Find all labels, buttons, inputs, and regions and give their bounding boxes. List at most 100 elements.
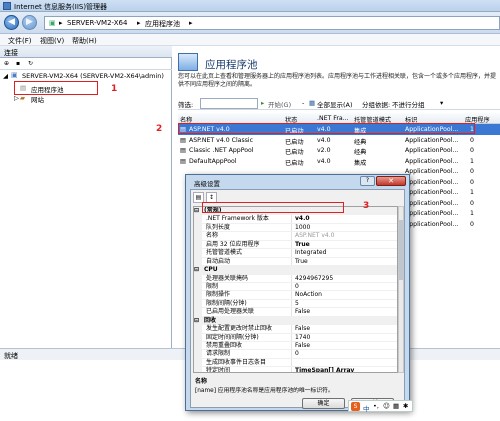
- annotation-box-3: [202, 202, 344, 213]
- property-row[interactable]: 限制间隔(分钟) 5: [194, 299, 397, 309]
- property-name: 请求限制: [206, 350, 231, 358]
- description-text: [name] 应用程序池名称是应用程序池的唯一标识符。: [195, 388, 334, 394]
- property-value[interactable]: 4294967295: [295, 275, 333, 283]
- go-button[interactable]: 开始(G): [268, 99, 291, 109]
- chevron-down-icon[interactable]: ▾: [440, 99, 443, 107]
- column-divider: [291, 240, 292, 249]
- menu-view[interactable]: 视图(V): [40, 36, 64, 46]
- property-value[interactable]: 0: [295, 350, 299, 358]
- table-row[interactable]: DefaultAppPool 已启动 v4.0 集成 ApplicationPool..…: [178, 156, 500, 167]
- forward-button[interactable]: ▶: [22, 15, 37, 30]
- ok-button[interactable]: 确定: [302, 398, 345, 409]
- property-name: .NET Framework 版本: [206, 215, 269, 223]
- apppool-icon: ▤: [180, 157, 186, 165]
- scrollbar-thumb[interactable]: [399, 220, 403, 280]
- group-by-select[interactable]: 不进行分组: [392, 99, 425, 109]
- property-row[interactable]: 特定时间 TimeSpan[] Array: [194, 367, 397, 372]
- server-node-icon: ▣: [49, 19, 56, 27]
- property-value[interactable]: NoAction: [295, 291, 322, 299]
- emoji-icon[interactable]: ☺: [383, 402, 390, 410]
- row-gutter: [194, 299, 202, 308]
- property-row[interactable]: 已启用处理器关联 False: [194, 308, 397, 317]
- property-value[interactable]: True: [295, 241, 310, 249]
- cell-apps: 1: [470, 210, 474, 217]
- settings-icon[interactable]: ✱: [403, 402, 408, 410]
- table-row[interactable]: Classic .NET AppPool 已启动 v2.0 经典 Application…: [178, 145, 500, 156]
- tree-item-sites[interactable]: 网站: [31, 94, 44, 104]
- property-value[interactable]: Integrated: [295, 249, 326, 257]
- property-name: 限制操作: [206, 291, 231, 299]
- property-value[interactable]: False: [295, 325, 310, 333]
- property-name: 队列长度: [206, 223, 231, 231]
- property-value[interactable]: 0: [295, 283, 299, 291]
- show-all-button[interactable]: 全部显示(A): [317, 99, 353, 109]
- row-gutter: [194, 240, 202, 249]
- col-netfx[interactable]: .NET Fra...: [317, 115, 351, 122]
- collapse-icon[interactable]: ⊟: [194, 316, 202, 325]
- keyboard-icon[interactable]: ▦: [393, 402, 399, 410]
- property-row[interactable]: 限制操作 NoAction: [194, 291, 397, 300]
- refresh-icon[interactable]: ↻: [28, 60, 33, 67]
- filter-input[interactable]: [200, 98, 258, 109]
- property-row[interactable]: 托管管道模式 Integrated: [194, 249, 397, 258]
- property-value[interactable]: ASP.NET v4.0: [295, 232, 334, 240]
- property-value[interactable]: True: [295, 258, 308, 266]
- help-icon[interactable]: ?: [360, 176, 375, 186]
- property-value[interactable]: v4.0: [295, 215, 310, 223]
- tree-expander-icon[interactable]: ◢: [3, 72, 8, 80]
- cell-name: DefaultAppPool: [189, 157, 237, 165]
- back-button[interactable]: ◀: [4, 15, 19, 30]
- property-value[interactable]: 5: [295, 300, 299, 308]
- property-row[interactable]: 请求限制 0: [194, 350, 397, 359]
- collapse-icon[interactable]: ⊟: [194, 207, 202, 215]
- breadcrumb-server[interactable]: SERVER-VM2-X64: [67, 19, 127, 27]
- property-row[interactable]: 启用 32 位应用程序 True: [194, 240, 397, 250]
- property-name: 生成回收事件日志条目: [206, 358, 267, 366]
- address-bar[interactable]: ▣ ▸ SERVER-VM2-X64 ▸ 应用程序池 ▸: [44, 16, 500, 30]
- collapse-icon[interactable]: ⊟: [194, 266, 202, 274]
- tree-expander-icon[interactable]: ▷: [14, 94, 19, 102]
- menu-help[interactable]: 帮助(H): [72, 36, 97, 46]
- property-value[interactable]: False: [295, 342, 310, 350]
- save-icon[interactable]: ▪: [16, 60, 20, 67]
- property-row[interactable]: 发生配置更改时禁止回收 False: [194, 325, 397, 334]
- row-gutter: [194, 333, 202, 341]
- property-name: 限制: [206, 282, 219, 290]
- cell-netfx: v4.0: [317, 157, 331, 165]
- property-value[interactable]: TimeSpan[] Array: [295, 367, 354, 372]
- property-name: 回收: [204, 316, 217, 324]
- status-text: 就绪: [4, 352, 18, 360]
- cell-name: ASP.NET v4.0 Classic: [189, 136, 254, 144]
- column-divider: [291, 367, 292, 372]
- property-row[interactable]: .NET Framework 版本 v4.0: [194, 215, 397, 224]
- server-icon: ▣: [11, 71, 18, 79]
- menu-file[interactable]: 文件(F): [8, 36, 32, 46]
- property-category[interactable]: ⊟ CPU: [194, 266, 397, 275]
- menu-bar: 文件(F) 视图(V) 帮助(H): [0, 34, 500, 46]
- property-value[interactable]: False: [295, 308, 310, 316]
- tree-item-server[interactable]: SERVER-VM2-X64 (SERVER-VM2-X64\admin): [22, 72, 164, 80]
- property-name: 固定时间间隔(分钟): [206, 333, 259, 341]
- property-row[interactable]: 固定时间间隔(分钟) 1740: [194, 333, 397, 342]
- cell-apps: 0: [470, 168, 474, 175]
- ime-toolbar[interactable]: S 中 •, ☺ ▦ ✱: [348, 400, 413, 413]
- property-row[interactable]: 自动启动 True: [194, 257, 397, 267]
- property-category[interactable]: ⊟ 回收: [194, 316, 397, 326]
- property-row[interactable]: 名称 ASP.NET v4.0: [194, 232, 397, 241]
- property-name: 已启用处理器关联: [206, 308, 255, 316]
- breadcrumb-apppools[interactable]: 应用程序池: [145, 19, 180, 29]
- property-row[interactable]: 队列长度 1000: [194, 223, 397, 233]
- close-button[interactable]: ✕: [376, 176, 406, 186]
- cell-identity: ApplicationPool...: [405, 220, 459, 228]
- go-icon: ▸: [261, 99, 265, 107]
- connect-icon[interactable]: ⊕: [4, 60, 9, 67]
- ime-mode[interactable]: 中: [363, 403, 370, 413]
- property-row[interactable]: 处理器关联掩码 4294967295: [194, 274, 397, 283]
- cell-identity: ApplicationPool...: [405, 147, 459, 154]
- column-divider: [291, 232, 292, 240]
- punct-icon[interactable]: •,: [373, 402, 379, 410]
- table-row[interactable]: ASP.NET v4.0 Classic 已启动 v4.0 经典 Application…: [178, 135, 500, 146]
- property-value[interactable]: 1000: [295, 224, 310, 232]
- property-value[interactable]: 1740: [295, 334, 310, 342]
- annotation-box-1: [14, 81, 98, 95]
